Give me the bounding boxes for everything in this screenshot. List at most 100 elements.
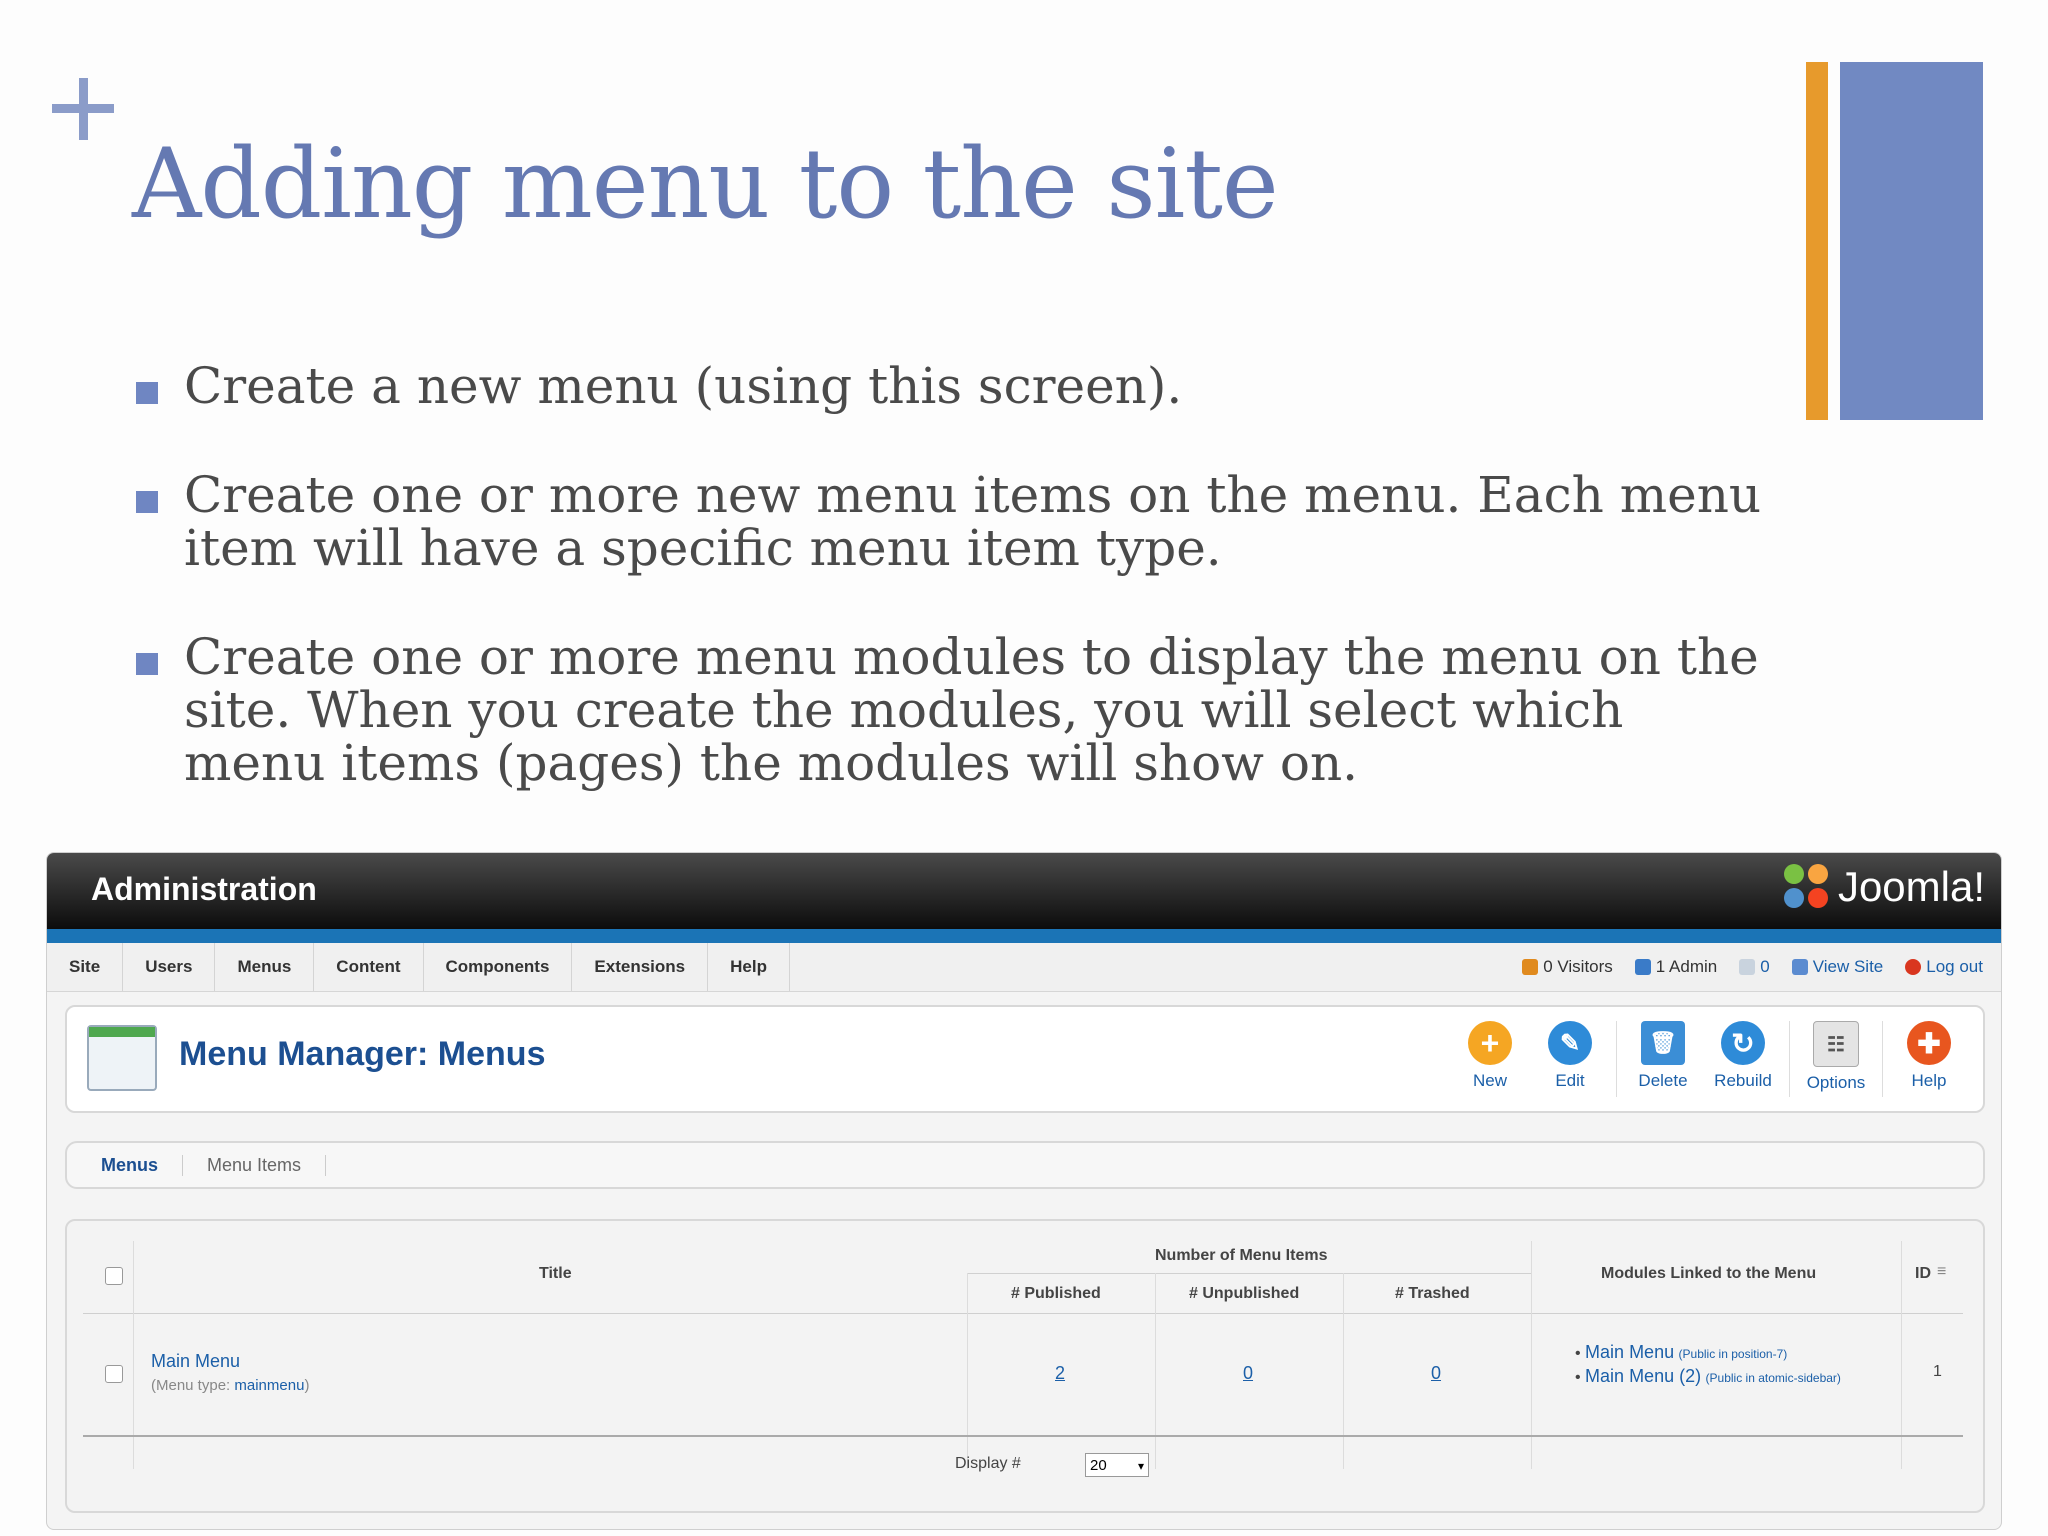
menu-content[interactable]: Content xyxy=(314,943,424,991)
sub-tabs: Menus Menu Items xyxy=(65,1141,1985,1189)
page-title: Menu Manager: Menus xyxy=(179,1035,546,1073)
power-icon xyxy=(1905,959,1922,975)
row-checkbox[interactable] xyxy=(105,1365,123,1383)
main-menu: Site Users Menus Content Components Exte… xyxy=(47,943,790,991)
admins-status: 1 Admin xyxy=(1634,943,1718,991)
col-published[interactable]: # Published xyxy=(1011,1285,1101,1303)
menu-type-suffix: ) xyxy=(304,1377,310,1394)
display-label: Display # xyxy=(955,1455,1021,1472)
options-label: Options xyxy=(1806,1073,1866,1092)
view-site-link[interactable]: View Site xyxy=(1791,943,1884,991)
module-link[interactable]: Main Menu (2) xyxy=(1585,1366,1701,1386)
monitor-icon xyxy=(1791,959,1808,975)
module-item: • Main Menu (Public in position-7) xyxy=(1575,1342,1788,1362)
tab-menus[interactable]: Menus xyxy=(77,1154,184,1176)
module-detail: (Public in position-7) xyxy=(1678,1347,1788,1361)
menu-help[interactable]: Help xyxy=(708,943,790,991)
menu-extensions[interactable]: Extensions xyxy=(572,943,709,991)
refresh-icon: ↻ xyxy=(1721,1021,1765,1065)
admins-label: 1 Admin xyxy=(1655,957,1718,976)
menu-components[interactable]: Components xyxy=(424,943,573,991)
select-all-checkbox[interactable] xyxy=(105,1267,123,1285)
visitors-status: 0 Visitors xyxy=(1522,943,1613,991)
module-link[interactable]: Main Menu xyxy=(1585,1342,1674,1362)
toolbar-divider xyxy=(1882,1021,1883,1097)
plus-icon xyxy=(52,78,114,140)
status-bar: 0 Visitors 1 Admin 0 View Site Log out xyxy=(1522,943,1983,991)
trashed-count-link[interactable]: 0 xyxy=(1431,1363,1441,1384)
messages-count: 0 xyxy=(1760,957,1770,976)
top-nav: Site Users Menus Content Components Exte… xyxy=(47,943,2001,992)
joomla-logo-icon xyxy=(1783,864,1830,910)
menu-users[interactable]: Users xyxy=(123,943,216,991)
header-bottom-line xyxy=(83,1313,1963,1314)
bullet-item: Create one or more menu modules to displ… xyxy=(136,631,1776,790)
menu-type-prefix: (Menu type: xyxy=(151,1377,231,1394)
col-unpublished[interactable]: # Unpublished xyxy=(1189,1285,1299,1303)
col-title[interactable]: Title xyxy=(539,1265,572,1283)
help-button[interactable]: ✚ Help xyxy=(1889,1021,1969,1097)
toolbar-buttons: + New ✎ Edit 🗑 Delete ↻ Rebuild ☷ Option… xyxy=(1450,1021,1969,1097)
col-divider xyxy=(1155,1273,1156,1469)
table-bottom-line xyxy=(83,1435,1963,1437)
published-count-link[interactable]: 2 xyxy=(1055,1363,1065,1384)
display-select[interactable]: 20 xyxy=(1085,1453,1149,1478)
edit-label: Edit xyxy=(1555,1071,1585,1090)
new-button[interactable]: + New xyxy=(1450,1021,1530,1097)
module-item: • Main Menu (2) (Public in atomic-sideba… xyxy=(1575,1366,1841,1386)
sort-icon: ≡ xyxy=(1937,1263,1947,1280)
menu-id: 1 xyxy=(1933,1363,1942,1380)
rebuild-label: Rebuild xyxy=(1714,1071,1772,1090)
menu-title-link[interactable]: Main Menu xyxy=(151,1351,240,1372)
accent-bar-orange xyxy=(1806,62,1828,420)
linked-modules-list: • Main Menu (Public in position-7) • Mai… xyxy=(1575,1341,1885,1389)
logout-link[interactable]: Log out xyxy=(1905,943,1983,991)
col-divider xyxy=(967,1273,968,1469)
joomla-logo-text: Joomla! xyxy=(1837,863,1985,910)
options-button[interactable]: ☷ Options xyxy=(1796,1021,1876,1097)
trash-icon: 🗑 xyxy=(1641,1021,1685,1065)
bullet-item: Create a new menu (using this screen). xyxy=(136,360,1776,413)
unpublished-count-link[interactable]: 0 xyxy=(1243,1363,1253,1384)
visitors-label: 0 Visitors xyxy=(1543,957,1613,976)
joomla-admin-screenshot: Administration Joomla! Site Users Menus … xyxy=(46,852,2002,1530)
module-detail: (Public in atomic-sidebar) xyxy=(1705,1371,1841,1385)
users-icon xyxy=(1522,959,1539,975)
menu-site[interactable]: Site xyxy=(47,943,124,991)
pencil-icon: ✎ xyxy=(1548,1021,1592,1065)
menu-menus[interactable]: Menus xyxy=(215,943,315,991)
help-label: Help xyxy=(1911,1071,1947,1090)
col-divider xyxy=(1343,1273,1344,1469)
col-trashed[interactable]: # Trashed xyxy=(1395,1285,1470,1303)
slide-title: Adding menu to the site xyxy=(132,128,1279,240)
col-id[interactable]: ID xyxy=(1915,1265,1931,1283)
view-site-label: View Site xyxy=(1812,957,1884,976)
header-stripe xyxy=(47,929,2001,943)
toolbar: Menu Manager: Menus + New ✎ Edit 🗑 Delet… xyxy=(65,1005,1985,1113)
lifebuoy-icon: ✚ xyxy=(1907,1021,1951,1065)
menu-type-value: mainmenu xyxy=(234,1377,305,1394)
col-number-group: Number of Menu Items xyxy=(1155,1247,1328,1264)
delete-button[interactable]: 🗑 Delete xyxy=(1623,1021,1703,1097)
bullet-list: Create a new menu (using this screen). C… xyxy=(136,360,1776,846)
new-label: New xyxy=(1472,1071,1507,1090)
delete-label: Delete xyxy=(1638,1071,1688,1090)
admin-user-icon xyxy=(1634,959,1651,975)
menus-table: Title Number of Menu Items # Published #… xyxy=(65,1219,1985,1513)
plus-circle-icon: + xyxy=(1468,1021,1512,1065)
admin-header: Administration Joomla! xyxy=(47,853,2001,929)
logout-label: Log out xyxy=(1926,957,1983,976)
menu-manager-icon xyxy=(87,1025,157,1091)
admin-title: Administration xyxy=(91,871,317,907)
menu-type-label: (Menu type: mainmenu) xyxy=(151,1377,309,1394)
toolbar-divider xyxy=(1789,1021,1790,1097)
bullet-item: Create one or more new menu items on the… xyxy=(136,469,1776,575)
toolbar-divider xyxy=(1616,1021,1617,1097)
header-divider xyxy=(967,1273,1531,1274)
joomla-logo[interactable]: Joomla! xyxy=(1783,863,1985,911)
col-modules: Modules Linked to the Menu xyxy=(1601,1265,1817,1282)
tab-menu-items[interactable]: Menu Items xyxy=(183,1154,327,1176)
edit-button[interactable]: ✎ Edit xyxy=(1530,1021,1610,1097)
rebuild-button[interactable]: ↻ Rebuild xyxy=(1703,1021,1783,1097)
messages-status[interactable]: 0 xyxy=(1739,943,1770,991)
